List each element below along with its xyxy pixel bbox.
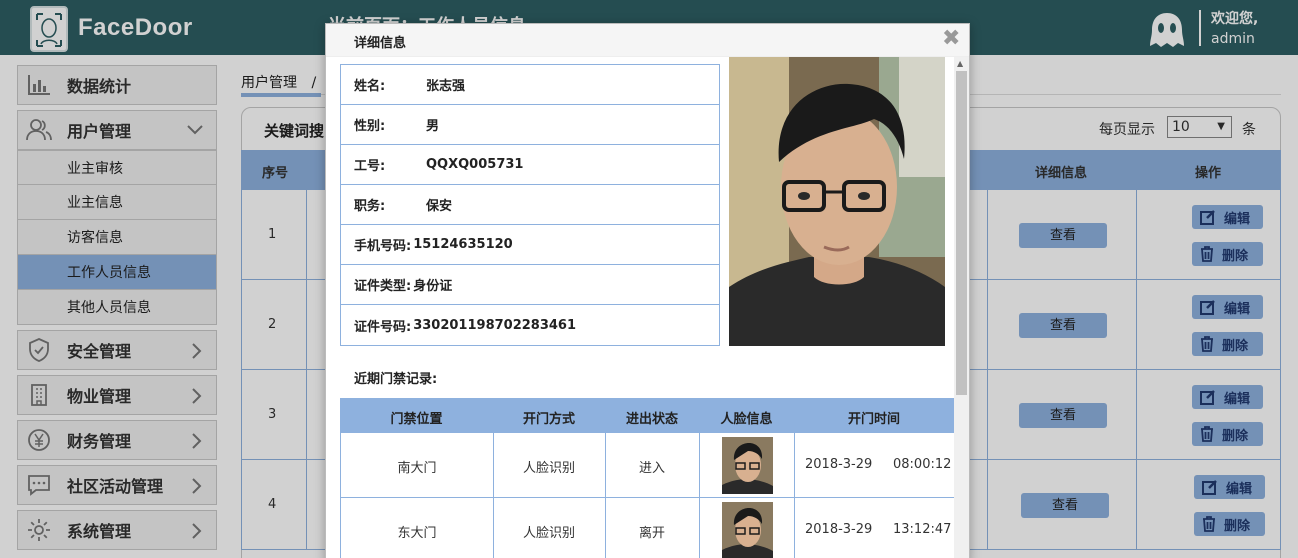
scroll-thumb[interactable]	[956, 71, 967, 395]
modal-title: 详细信息	[354, 36, 407, 51]
face-thumbnail	[722, 502, 773, 558]
position-value: 保安	[426, 199, 453, 214]
id-number-value: 330201198702283461	[413, 317, 577, 333]
status-value: 离开	[638, 526, 665, 541]
gender-value: 男	[426, 119, 440, 134]
phone-value: 15124635120	[413, 237, 513, 252]
col-header-face: 人脸信息	[720, 412, 773, 427]
recent-access-title: 近期门禁记录:	[354, 372, 438, 387]
modal-titlebar	[326, 24, 969, 57]
location-value: 南大门	[397, 461, 437, 476]
access-row: 东大门 人脸识别 离开 2018-3-29 13:12:47	[340, 498, 954, 558]
info-row-phone: 手机号码: 15124635120	[341, 225, 719, 265]
access-table-header: 门禁位置 开门方式 进出状态 人脸信息 开门时间	[340, 398, 954, 433]
method-value: 人脸识别	[522, 461, 575, 476]
method-value: 人脸识别	[522, 526, 575, 541]
access-date: 2018-3-29	[805, 522, 873, 537]
info-row-name: 姓名: 张志强	[341, 65, 719, 105]
staff-photo	[729, 57, 945, 346]
col-header-location: 门禁位置	[390, 412, 443, 427]
info-row-gender: 性别: 男	[341, 105, 719, 145]
employee-id-value: QQXQ005731	[426, 157, 524, 172]
col-header-method: 开门方式	[522, 412, 575, 427]
face-thumbnail	[722, 437, 773, 494]
col-header-status: 进出状态	[625, 412, 678, 427]
status-value: 进入	[638, 461, 665, 476]
scroll-up-arrow-icon[interactable]: ▲	[957, 59, 963, 68]
location-value: 东大门	[397, 526, 437, 541]
info-row-employee-id: 工号: QQXQ005731	[341, 145, 719, 185]
access-time: 08:00:12	[893, 457, 952, 472]
info-row-position: 职务: 保安	[341, 185, 719, 225]
access-date: 2018-3-29	[805, 457, 873, 472]
modal-scrollbar[interactable]: ▲	[954, 57, 969, 558]
staff-info-table: 姓名: 张志强 性别: 男 工号: QQXQ005731 职务: 保安 手机号码: 151…	[340, 64, 720, 346]
id-type-value: 身份证	[413, 279, 453, 294]
col-header-time: 开门时间	[847, 412, 900, 427]
info-row-id-type: 证件类型: 身份证	[341, 265, 719, 305]
info-row-id-number: 证件号码: 330201198702283461	[354, 317, 577, 335]
name-value: 张志强	[426, 79, 466, 94]
detail-modal: 详细信息 ✖ 姓名: 张志强 性别: 男 工号: QQXQ005731 职务: 保安 手…	[325, 23, 970, 558]
access-row: 南大门 人脸识别 进入 2018-3-29 08:00:12	[340, 433, 954, 498]
access-time: 13:12:47	[893, 522, 952, 537]
close-icon[interactable]: ✖	[942, 28, 960, 50]
